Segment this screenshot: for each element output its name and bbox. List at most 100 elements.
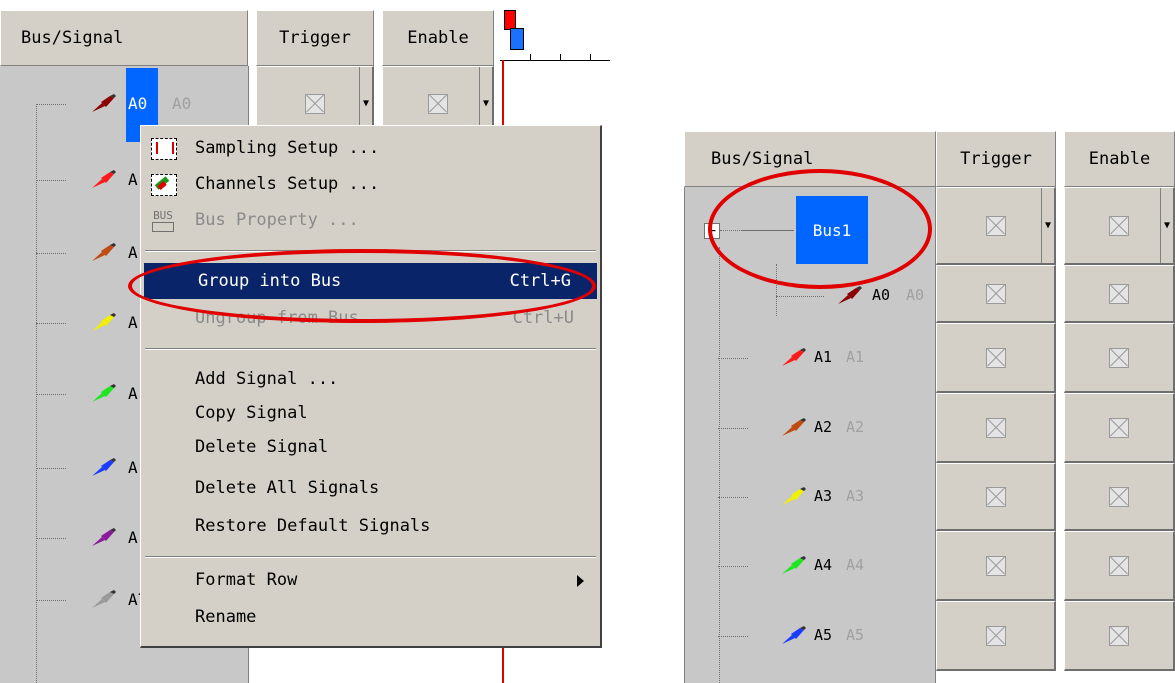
ruler-tick bbox=[560, 54, 561, 61]
probe-icon bbox=[92, 94, 116, 112]
tree-branch bbox=[718, 497, 748, 498]
menu-item-bus-property[interactable]: Bus Property ... bbox=[141, 203, 600, 237]
disabled-checkbox-icon bbox=[1109, 555, 1129, 576]
menu-separator bbox=[145, 556, 596, 558]
menu-item-label: Delete Signal bbox=[195, 437, 329, 457]
disabled-checkbox-icon bbox=[985, 486, 1006, 507]
tree-branch bbox=[36, 253, 66, 254]
trigger-cell[interactable] bbox=[936, 601, 1056, 671]
signal-row[interactable] bbox=[778, 626, 808, 651]
disabled-checkbox-icon bbox=[985, 347, 1006, 368]
tree-branch bbox=[36, 538, 66, 539]
tree-branch bbox=[718, 358, 748, 359]
menu-item-restore-default-signals[interactable]: Restore Default Signals bbox=[141, 509, 600, 543]
signal-row[interactable] bbox=[778, 418, 808, 443]
enable-cell[interactable] bbox=[1064, 393, 1175, 463]
menu-item-channels-setup[interactable]: Channels Setup ... bbox=[141, 167, 600, 201]
signal-name: A bbox=[128, 243, 138, 262]
menu-item-label: Rename bbox=[195, 607, 257, 627]
signal-row[interactable] bbox=[88, 94, 118, 119]
disabled-checkbox-icon bbox=[985, 215, 1006, 236]
signal-row[interactable] bbox=[88, 170, 118, 195]
left-panel: Bus/Signal Trigger Enable ▼▼AAAAAAA7A7 A… bbox=[0, 0, 610, 683]
enable-cell[interactable] bbox=[1064, 323, 1175, 393]
annotation-ellipse bbox=[708, 169, 932, 289]
signal-name: A2 bbox=[814, 418, 833, 436]
menu-item-delete-all-signals[interactable]: Delete All Signals bbox=[141, 471, 600, 505]
trigger-cell[interactable] bbox=[936, 265, 1056, 323]
trigger-header[interactable]: Trigger bbox=[936, 131, 1056, 187]
disabled-checkbox-icon bbox=[985, 625, 1006, 646]
tree-branch bbox=[36, 468, 66, 469]
ruler-tick bbox=[530, 54, 531, 61]
probe-icon bbox=[782, 556, 806, 574]
probe-icon bbox=[92, 590, 116, 608]
signal-row[interactable] bbox=[778, 348, 808, 373]
enable-cell[interactable] bbox=[1064, 601, 1175, 671]
ruler-tick bbox=[590, 54, 591, 61]
trigger-cell[interactable] bbox=[936, 323, 1056, 393]
probe-icon bbox=[92, 458, 116, 476]
signal-alias: A2 bbox=[846, 418, 865, 436]
signal-name: A5 bbox=[814, 626, 833, 644]
trigger-cell[interactable] bbox=[936, 463, 1056, 531]
probe-icon bbox=[782, 487, 806, 505]
disabled-checkbox-icon bbox=[985, 555, 1006, 576]
probe-icon bbox=[782, 348, 806, 366]
signal-name: A3 bbox=[814, 487, 833, 505]
trigger-cell[interactable]: ▼ bbox=[936, 187, 1056, 265]
tree-branch bbox=[36, 600, 66, 601]
enable-header[interactable]: Enable bbox=[1064, 131, 1175, 187]
signal-row[interactable] bbox=[88, 528, 118, 553]
waveform-cursor-marker[interactable] bbox=[504, 10, 516, 30]
signal-alias: A3 bbox=[846, 487, 865, 505]
waveform-cursor-marker-blue[interactable] bbox=[510, 28, 524, 50]
menu-item-delete-signal[interactable]: Delete Signal bbox=[141, 430, 600, 464]
menu-item-copy-signal[interactable]: Copy Signal bbox=[141, 396, 600, 430]
signal-row[interactable] bbox=[88, 243, 118, 268]
enable-header[interactable]: Enable bbox=[382, 10, 494, 66]
disabled-checkbox-icon bbox=[1109, 283, 1129, 304]
menu-item-rename[interactable]: Rename bbox=[141, 600, 600, 634]
signal-row[interactable] bbox=[778, 487, 808, 512]
disabled-checkbox-icon bbox=[1109, 215, 1129, 236]
trigger-cell[interactable] bbox=[936, 531, 1056, 601]
ruler-line bbox=[500, 60, 610, 61]
bus-signal-header[interactable]: Bus/Signal bbox=[0, 10, 248, 66]
disabled-checkbox-icon bbox=[1109, 625, 1129, 646]
signal-row[interactable] bbox=[834, 286, 864, 311]
right-panel: Bus/Signal Trigger Enable − Bus1 ▼ ▼ A0 A0 A… bbox=[684, 131, 1175, 683]
signal-row[interactable] bbox=[88, 590, 118, 615]
enable-cell[interactable]: ▼ bbox=[1064, 187, 1175, 265]
probe-icon bbox=[92, 528, 116, 546]
menu-item-format-row[interactable]: Format Row bbox=[141, 563, 600, 597]
enable-cell[interactable] bbox=[1064, 531, 1175, 601]
tree-branch bbox=[718, 428, 748, 429]
enable-cell[interactable] bbox=[1064, 463, 1175, 531]
menu-item-sampling-setup[interactable]: Sampling Setup ... bbox=[141, 131, 600, 165]
signal-alias: A1 bbox=[846, 348, 865, 366]
tree-branch bbox=[776, 296, 824, 297]
selected-signal-ghost: A0 bbox=[172, 94, 192, 113]
tree-trunk bbox=[719, 247, 720, 683]
submenu-arrow-icon bbox=[577, 575, 584, 587]
signal-row[interactable] bbox=[88, 458, 118, 483]
bus-signal-header-label: Bus/Signal bbox=[21, 28, 124, 48]
disabled-checkbox-icon bbox=[427, 93, 448, 114]
context-menu: BUS Sampling Setup ... Channels Setup ..… bbox=[140, 125, 602, 648]
tree-branch bbox=[36, 180, 66, 181]
trigger-header-label: Trigger bbox=[960, 149, 1032, 169]
dropdown-arrow-icon[interactable]: ▼ bbox=[1160, 188, 1173, 263]
disabled-checkbox-icon bbox=[1109, 486, 1129, 507]
trigger-cell[interactable] bbox=[936, 393, 1056, 463]
signal-name: A bbox=[128, 384, 138, 403]
dropdown-arrow-icon[interactable]: ▼ bbox=[1041, 188, 1054, 263]
tree-branch bbox=[36, 394, 66, 395]
menu-item-label: Sampling Setup ... bbox=[195, 138, 380, 158]
signal-row[interactable] bbox=[778, 556, 808, 581]
signal-row[interactable] bbox=[88, 313, 118, 338]
enable-cell[interactable] bbox=[1064, 265, 1175, 323]
signal-row[interactable] bbox=[88, 384, 118, 409]
trigger-header[interactable]: Trigger bbox=[256, 10, 374, 66]
menu-item-add-signal[interactable]: Add Signal ... bbox=[141, 362, 600, 396]
